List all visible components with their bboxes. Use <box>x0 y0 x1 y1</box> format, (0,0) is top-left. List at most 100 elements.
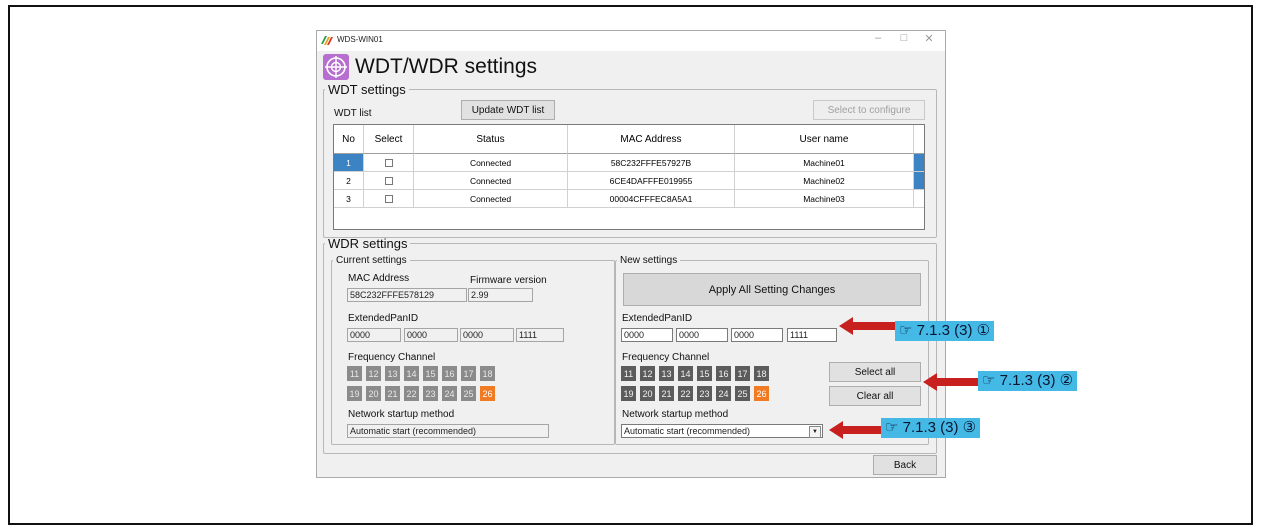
wdt-settings-legend: WDT settings <box>328 82 406 97</box>
ref-callout-2: ☞ 7.1.3 (3) ② <box>978 371 1078 391</box>
column-header-status[interactable]: Status <box>414 125 568 154</box>
column-header-extra <box>914 125 924 154</box>
select-all-button[interactable]: Select all <box>829 362 921 382</box>
column-header-mac[interactable]: MAC Address <box>568 125 735 154</box>
clear-all-button[interactable]: Clear all <box>829 386 921 406</box>
new-panid-field-4[interactable]: 1111 <box>787 328 837 342</box>
current-startup-label: Network startup method <box>348 409 455 420</box>
current-channel-11: 11 <box>347 366 362 381</box>
select-checkbox[interactable] <box>384 194 393 203</box>
row-number: 3 <box>334 190 364 208</box>
new-channel-21[interactable]: 21 <box>659 386 674 401</box>
apply-all-button[interactable]: Apply All Setting Changes <box>623 273 921 306</box>
status-cell: Connected <box>414 172 568 190</box>
new-channel-22[interactable]: 22 <box>678 386 693 401</box>
new-channel-11[interactable]: 11 <box>621 366 636 381</box>
status-cell: Connected <box>414 154 568 172</box>
firmware-field: 2.99 <box>468 288 533 302</box>
new-channel-12[interactable]: 12 <box>640 366 655 381</box>
new-channel-15[interactable]: 15 <box>697 366 712 381</box>
new-channel-19[interactable]: 19 <box>621 386 636 401</box>
current-channel-15: 15 <box>423 366 438 381</box>
mac-cell: 6CE4DAFFFE019955 <box>568 172 735 190</box>
minimize-icon[interactable]: – <box>870 32 886 44</box>
select-cell <box>364 190 414 208</box>
new-channel-25[interactable]: 25 <box>735 386 750 401</box>
row-indicator[interactable] <box>914 172 924 190</box>
new-panid-field-1[interactable]: 0000 <box>621 328 673 342</box>
title-bar: WDS-WIN01 – □ ✕ <box>317 31 945 51</box>
current-channel-12: 12 <box>366 366 381 381</box>
current-channel-13: 13 <box>385 366 400 381</box>
select-to-configure-button[interactable]: Select to configure <box>813 100 925 120</box>
current-channel-20: 20 <box>366 386 381 401</box>
ref-callout-1: ☞ 7.1.3 (3) ① <box>895 321 995 341</box>
current-channel-24: 24 <box>442 386 457 401</box>
new-channel-17[interactable]: 17 <box>735 366 750 381</box>
new-startup-label: Network startup method <box>622 409 729 420</box>
row-number: 2 <box>334 172 364 190</box>
new-channel-16[interactable]: 16 <box>716 366 731 381</box>
select-cell <box>364 154 414 172</box>
current-channel-25: 25 <box>461 386 476 401</box>
status-cell: Connected <box>414 190 568 208</box>
close-icon[interactable]: ✕ <box>921 32 937 45</box>
back-button[interactable]: Back <box>873 455 937 475</box>
current-mac-label: MAC Address <box>348 273 410 284</box>
user-cell: Machine03 <box>735 190 914 208</box>
new-channel-14[interactable]: 14 <box>678 366 693 381</box>
current-channel-14: 14 <box>404 366 419 381</box>
new-channel-13[interactable]: 13 <box>659 366 674 381</box>
new-channel-23[interactable]: 23 <box>697 386 712 401</box>
maximize-icon[interactable]: □ <box>896 32 912 44</box>
startup-method-value: Automatic start (recommended) <box>624 426 751 436</box>
wdt-list-table: No Select Status MAC Address User name 1… <box>333 124 925 230</box>
current-panid-field-1: 0000 <box>347 328 401 342</box>
new-panid-field-2[interactable]: 0000 <box>676 328 728 342</box>
page-title: WDT/WDR settings <box>355 55 538 78</box>
column-header-user[interactable]: User name <box>735 125 914 154</box>
row-number: 1 <box>334 154 364 172</box>
mac-cell: 00004CFFFEC8A5A1 <box>568 190 735 208</box>
select-cell <box>364 172 414 190</box>
column-header-select[interactable]: Select <box>364 125 414 154</box>
current-channel-17: 17 <box>461 366 476 381</box>
startup-method-select[interactable]: Automatic start (recommended) ▼ <box>621 424 823 438</box>
current-channel-22: 22 <box>404 386 419 401</box>
current-panid-label: ExtendedPanID <box>348 313 419 324</box>
current-channel-19: 19 <box>347 386 362 401</box>
new-panid-label: ExtendedPanID <box>622 313 693 324</box>
current-panid-field-2: 0000 <box>404 328 458 342</box>
app-logo-icon <box>321 36 333 45</box>
current-frequency-label: Frequency Channel <box>348 352 436 363</box>
current-channel-21: 21 <box>385 386 400 401</box>
current-panid-field-4: 1111 <box>516 328 564 342</box>
row-indicator[interactable] <box>914 154 924 172</box>
current-startup-field: Automatic start (recommended) <box>347 424 549 438</box>
row-indicator[interactable] <box>914 190 924 208</box>
ref-arrow-3 <box>829 421 885 439</box>
ref-arrow-2 <box>923 373 983 391</box>
select-checkbox[interactable] <box>384 176 393 185</box>
user-cell: Machine01 <box>735 154 914 172</box>
dropdown-arrow-icon[interactable]: ▼ <box>809 426 821 438</box>
ref-callout-3: ☞ 7.1.3 (3) ③ <box>881 418 981 438</box>
update-wdt-list-button[interactable]: Update WDT list <box>461 100 555 120</box>
new-panid-field-3[interactable]: 0000 <box>731 328 783 342</box>
wdt-list-label: WDT list <box>334 108 372 119</box>
current-panid-field-3: 0000 <box>460 328 514 342</box>
current-channel-18: 18 <box>480 366 495 381</box>
firmware-label: Firmware version <box>470 275 547 286</box>
new-channel-26[interactable]: 26 <box>754 386 769 401</box>
column-header-no[interactable]: No <box>334 125 364 154</box>
mac-cell: 58C232FFFE57927B <box>568 154 735 172</box>
ref-arrow-1 <box>839 317 899 335</box>
current-channel-23: 23 <box>423 386 438 401</box>
new-channel-24[interactable]: 24 <box>716 386 731 401</box>
current-mac-field: 58C232FFFE578129 <box>347 288 467 302</box>
app-window: WDS-WIN01 – □ ✕ WDT/WDR settings WDT set… <box>316 30 946 478</box>
select-checkbox[interactable] <box>384 158 393 167</box>
current-channel-16: 16 <box>442 366 457 381</box>
new-channel-18[interactable]: 18 <box>754 366 769 381</box>
new-channel-20[interactable]: 20 <box>640 386 655 401</box>
